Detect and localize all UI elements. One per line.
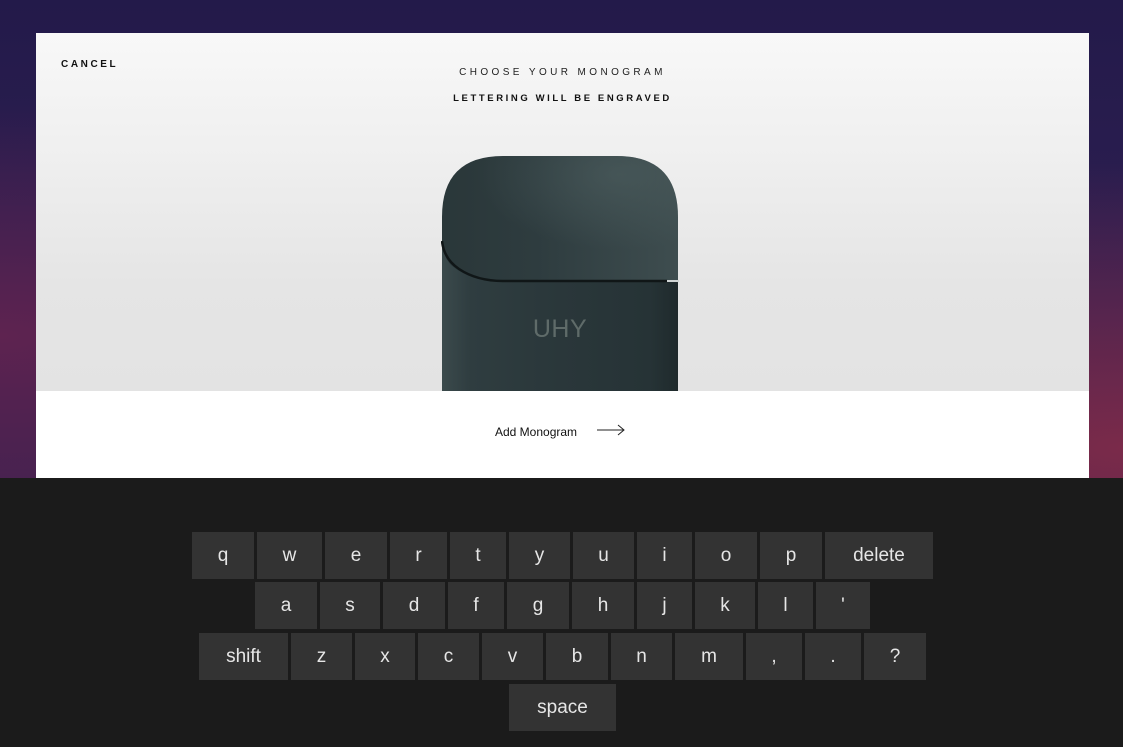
key-t[interactable]: t <box>450 532 506 579</box>
key-z[interactable]: z <box>291 633 352 680</box>
key-period[interactable]: . <box>805 633 861 680</box>
key-shift[interactable]: shift <box>199 633 288 680</box>
key-w[interactable]: w <box>257 532 322 579</box>
key-v[interactable]: v <box>482 633 543 680</box>
key-delete[interactable]: delete <box>825 532 933 579</box>
key-n[interactable]: n <box>611 633 672 680</box>
key-c[interactable]: c <box>418 633 479 680</box>
key-o[interactable]: o <box>695 532 757 579</box>
monogram-modal: CANCEL CHOOSE YOUR MONOGRAM LETTERING WI… <box>36 33 1089 478</box>
airpods-case-preview: UHY <box>441 155 679 391</box>
add-monogram-button[interactable]: Add Monogram <box>495 423 626 441</box>
onscreen-keyboard: q w e r t y u i o p delete a s d f g h j… <box>0 478 1123 747</box>
key-y[interactable]: y <box>509 532 570 579</box>
product-preview-stage: CANCEL CHOOSE YOUR MONOGRAM LETTERING WI… <box>36 33 1089 391</box>
key-s[interactable]: s <box>320 582 380 629</box>
key-l[interactable]: l <box>758 582 813 629</box>
key-x[interactable]: x <box>355 633 415 680</box>
arrow-right-icon <box>597 423 626 441</box>
key-e[interactable]: e <box>325 532 387 579</box>
key-p[interactable]: p <box>760 532 822 579</box>
modal-subtitle: LETTERING WILL BE ENGRAVED <box>453 93 672 104</box>
key-q[interactable]: q <box>192 532 254 579</box>
add-monogram-label: Add Monogram <box>495 425 578 439</box>
key-k[interactable]: k <box>695 582 755 629</box>
key-a[interactable]: a <box>255 582 317 629</box>
key-u[interactable]: u <box>573 532 634 579</box>
engraved-monogram-text: UHY <box>532 315 588 343</box>
key-question-mark[interactable]: ? <box>864 633 926 680</box>
key-m[interactable]: m <box>675 633 743 680</box>
key-comma[interactable]: , <box>746 633 802 680</box>
key-b[interactable]: b <box>546 633 608 680</box>
modal-title: CHOOSE YOUR MONOGRAM <box>459 67 666 78</box>
key-r[interactable]: r <box>390 532 447 579</box>
key-i[interactable]: i <box>637 532 692 579</box>
key-d[interactable]: d <box>383 582 445 629</box>
key-space[interactable]: space <box>509 684 616 731</box>
key-g[interactable]: g <box>507 582 569 629</box>
key-j[interactable]: j <box>637 582 692 629</box>
key-h[interactable]: h <box>572 582 634 629</box>
key-apostrophe[interactable]: ' <box>816 582 870 629</box>
key-f[interactable]: f <box>448 582 504 629</box>
